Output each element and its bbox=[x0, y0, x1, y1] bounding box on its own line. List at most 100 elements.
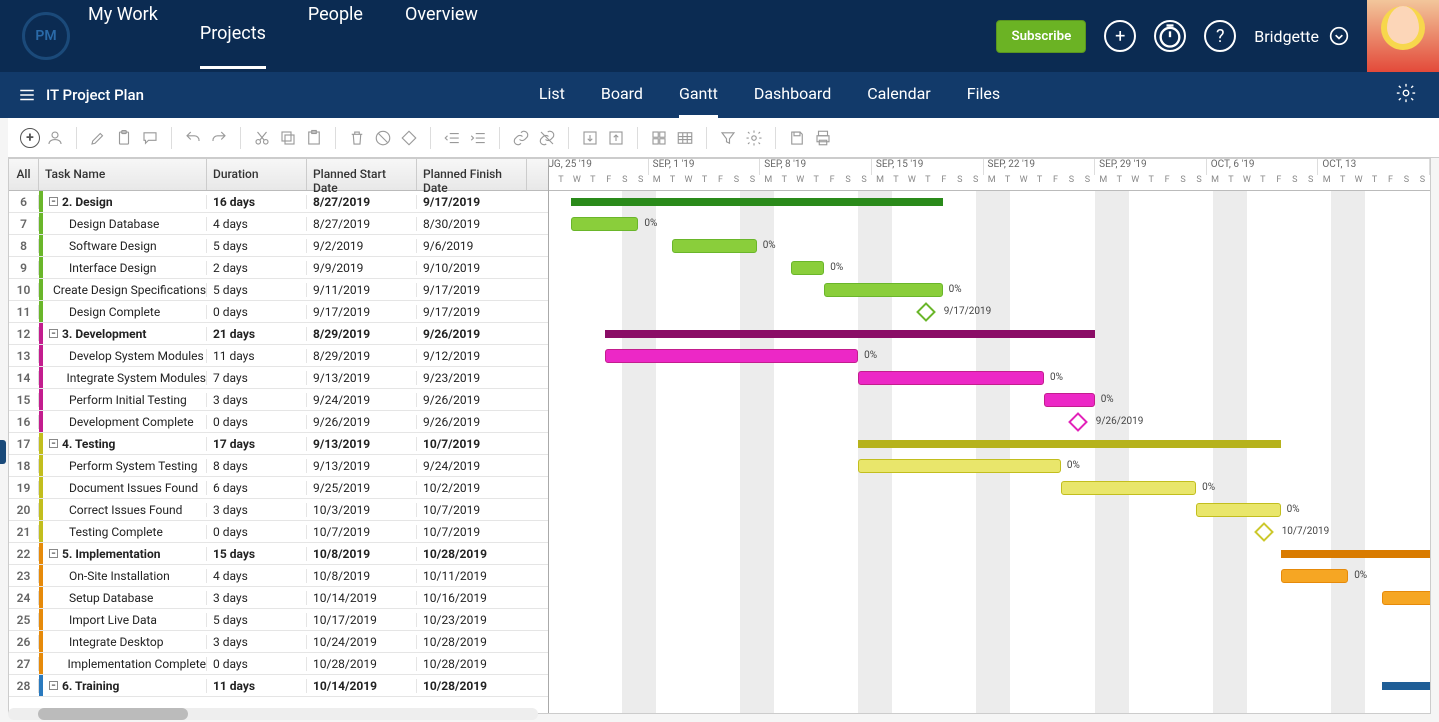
collapse-icon[interactable]: − bbox=[49, 197, 58, 206]
finish-cell[interactable]: 10/28/2019 bbox=[417, 547, 527, 561]
task-bar[interactable] bbox=[824, 283, 942, 297]
start-cell[interactable]: 9/13/2019 bbox=[307, 371, 417, 385]
start-cell[interactable]: 10/8/2019 bbox=[307, 569, 417, 583]
task-bar[interactable] bbox=[791, 261, 825, 275]
clipboard-icon[interactable] bbox=[113, 127, 135, 149]
gantt-row[interactable] bbox=[549, 675, 1430, 697]
finish-cell[interactable]: 9/17/2019 bbox=[417, 305, 527, 319]
gantt-row[interactable]: 0% bbox=[549, 565, 1430, 587]
duration-cell[interactable]: 3 days bbox=[207, 635, 307, 649]
task-row[interactable]: 18Perform System Testing8 days9/13/20199… bbox=[9, 455, 548, 477]
menu-icon[interactable] bbox=[18, 86, 36, 104]
gantt-row[interactable]: 0% bbox=[549, 499, 1430, 521]
finish-cell[interactable]: 10/7/2019 bbox=[417, 525, 527, 539]
duration-cell[interactable]: 0 days bbox=[207, 657, 307, 671]
gantt-row[interactable]: 0% bbox=[549, 213, 1430, 235]
start-cell[interactable]: 9/26/2019 bbox=[307, 415, 417, 429]
duration-cell[interactable]: 16 days bbox=[207, 195, 307, 209]
finish-cell[interactable]: 9/26/2019 bbox=[417, 327, 527, 341]
duration-cell[interactable]: 4 days bbox=[207, 569, 307, 583]
horizontal-scrollbar[interactable] bbox=[8, 708, 538, 720]
task-row[interactable]: 20Correct Issues Found3 days10/3/201910/… bbox=[9, 499, 548, 521]
gantt-row[interactable] bbox=[549, 653, 1430, 675]
finish-cell[interactable]: 8/30/2019 bbox=[417, 217, 527, 231]
person-icon[interactable] bbox=[44, 127, 66, 149]
col-planned-start[interactable]: Planned Start Date bbox=[307, 159, 417, 190]
summary-bar[interactable] bbox=[605, 330, 1095, 338]
milestone-icon[interactable] bbox=[916, 302, 936, 322]
duration-cell[interactable]: 5 days bbox=[207, 613, 307, 627]
export-icon[interactable] bbox=[605, 127, 627, 149]
finish-cell[interactable]: 9/6/2019 bbox=[417, 239, 527, 253]
user-menu[interactable]: Bridgette bbox=[1254, 26, 1349, 46]
start-cell[interactable]: 9/13/2019 bbox=[307, 437, 417, 451]
task-row[interactable]: 10Create Design Specifications5 days9/11… bbox=[9, 279, 548, 301]
finish-cell[interactable]: 9/17/2019 bbox=[417, 283, 527, 297]
task-name-cell[interactable]: Document Issues Found bbox=[43, 481, 207, 495]
summary-bar[interactable] bbox=[858, 440, 1281, 448]
duration-cell[interactable]: 0 days bbox=[207, 415, 307, 429]
gantt-row[interactable] bbox=[549, 609, 1430, 631]
task-bar[interactable] bbox=[858, 371, 1044, 385]
gantt-row[interactable]: 0% bbox=[549, 455, 1430, 477]
start-cell[interactable]: 9/9/2019 bbox=[307, 261, 417, 275]
finish-cell[interactable]: 10/2/2019 bbox=[417, 481, 527, 495]
task-name-cell[interactable]: On-Site Installation bbox=[43, 569, 207, 583]
task-row[interactable]: 17−4. Testing17 days9/13/201910/7/2019 bbox=[9, 433, 548, 455]
task-row[interactable]: 13Develop System Modules11 days8/29/2019… bbox=[9, 345, 548, 367]
block-icon[interactable] bbox=[372, 127, 394, 149]
task-row[interactable]: 11Design Complete0 days9/17/20199/17/201… bbox=[9, 301, 548, 323]
task-row[interactable]: 25Import Live Data5 days10/17/201910/23/… bbox=[9, 609, 548, 631]
gear-icon[interactable] bbox=[1395, 82, 1417, 104]
task-row[interactable]: 23On-Site Installation4 days10/8/201910/… bbox=[9, 565, 548, 587]
task-name-cell[interactable]: −2. Design bbox=[43, 195, 207, 209]
finish-cell[interactable]: 10/7/2019 bbox=[417, 503, 527, 517]
gantt-row[interactable]: 10/7/2019 bbox=[549, 521, 1430, 543]
gantt-row[interactable]: 9/17/2019 bbox=[549, 301, 1430, 323]
task-bar[interactable] bbox=[571, 217, 639, 231]
task-row[interactable]: 26Integrate Desktop3 days10/24/201910/28… bbox=[9, 631, 548, 653]
gantt-row[interactable] bbox=[549, 191, 1430, 213]
view-calendar[interactable]: Calendar bbox=[867, 72, 930, 118]
duration-cell[interactable]: 3 days bbox=[207, 393, 307, 407]
table-view-icon[interactable] bbox=[674, 127, 696, 149]
start-cell[interactable]: 10/24/2019 bbox=[307, 635, 417, 649]
finish-cell[interactable]: 9/12/2019 bbox=[417, 349, 527, 363]
task-name-cell[interactable]: Create Design Specifications bbox=[43, 283, 207, 297]
task-row[interactable]: 12−3. Development21 days8/29/20199/26/20… bbox=[9, 323, 548, 345]
task-name-cell[interactable]: Design Complete bbox=[43, 305, 207, 319]
task-name-cell[interactable]: Development Complete bbox=[43, 415, 207, 429]
collapse-icon[interactable]: − bbox=[49, 439, 58, 448]
start-cell[interactable]: 10/3/2019 bbox=[307, 503, 417, 517]
gantt-row[interactable]: 0% bbox=[549, 477, 1430, 499]
comment-icon[interactable] bbox=[139, 127, 161, 149]
task-name-cell[interactable]: Testing Complete bbox=[43, 525, 207, 539]
gantt-row[interactable] bbox=[549, 433, 1430, 455]
gantt-row[interactable]: 0% bbox=[549, 257, 1430, 279]
gantt-row[interactable] bbox=[549, 543, 1430, 565]
help-icon[interactable]: ? bbox=[1204, 20, 1236, 52]
task-row[interactable]: 21Testing Complete0 days10/7/201910/7/20… bbox=[9, 521, 548, 543]
side-handle[interactable] bbox=[0, 440, 6, 464]
gantt-row[interactable]: 0% bbox=[549, 235, 1430, 257]
view-gantt[interactable]: Gantt bbox=[679, 72, 718, 118]
trash-icon[interactable] bbox=[346, 127, 368, 149]
edit-icon[interactable] bbox=[87, 127, 109, 149]
task-name-cell[interactable]: Setup Database bbox=[43, 591, 207, 605]
diamond-icon[interactable] bbox=[398, 127, 420, 149]
task-bar[interactable] bbox=[1061, 481, 1196, 495]
add-button[interactable]: + bbox=[1104, 20, 1136, 52]
view-dashboard[interactable]: Dashboard bbox=[754, 72, 831, 118]
undo-icon[interactable] bbox=[182, 127, 204, 149]
gantt-row[interactable]: 0% bbox=[549, 587, 1430, 609]
start-cell[interactable]: 9/17/2019 bbox=[307, 305, 417, 319]
task-row[interactable]: 9Interface Design2 days9/9/20199/10/2019 bbox=[9, 257, 548, 279]
finish-cell[interactable]: 9/24/2019 bbox=[417, 459, 527, 473]
duration-cell[interactable]: 5 days bbox=[207, 283, 307, 297]
add-task-icon[interactable]: + bbox=[20, 128, 40, 148]
gantt-row[interactable]: 9/26/2019 bbox=[549, 411, 1430, 433]
milestone-icon[interactable] bbox=[1254, 522, 1274, 542]
duration-cell[interactable]: 21 days bbox=[207, 327, 307, 341]
indent-icon[interactable] bbox=[467, 127, 489, 149]
filter-icon[interactable] bbox=[717, 127, 739, 149]
